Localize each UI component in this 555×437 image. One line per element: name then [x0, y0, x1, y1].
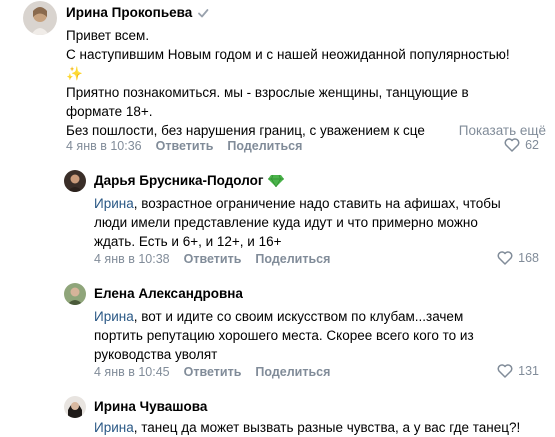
- share-button[interactable]: Поделиться: [255, 252, 330, 266]
- like-button[interactable]: 168: [497, 251, 539, 265]
- heart-icon: [504, 138, 520, 152]
- comment-time[interactable]: 4 янв в 10:36: [66, 139, 142, 153]
- author-name[interactable]: Дарья Брусника-Подолог: [94, 173, 263, 188]
- comment-text: Ирина, вот и идите со своим искусством п…: [94, 307, 544, 364]
- avatar[interactable]: [23, 1, 57, 35]
- like-button[interactable]: 131: [497, 364, 539, 378]
- author-name[interactable]: Елена Александровна: [94, 286, 243, 301]
- heart-icon: [497, 364, 513, 378]
- comment-author[interactable]: Ирина Прокопьева: [66, 5, 209, 20]
- comment-text: Ирина, возрастное ограничение надо стави…: [94, 194, 544, 251]
- author-name[interactable]: Ирина Прокопьева: [66, 5, 192, 20]
- reply-button[interactable]: Ответить: [184, 365, 242, 379]
- verified-icon: [197, 7, 209, 19]
- comment-line: Привет всем.: [66, 28, 150, 43]
- comment-line: Приятно познакомиться. мы - взрослые жен…: [66, 85, 469, 100]
- comment: Ирина Прокопьева Привет всем. С наступив…: [0, 0, 555, 160]
- like-count: 62: [525, 138, 539, 152]
- comment-text: Привет всем. С наступившим Новым годом и…: [66, 26, 546, 140]
- comment-line: Ирина, вот и идите со своим искусством п…: [94, 307, 544, 326]
- comment-meta: 4 янв в 10:38 Ответить Поделиться: [94, 252, 330, 266]
- like-count: 168: [518, 251, 539, 265]
- comment-line: ждать. Есть и 6+, и 12+, и 16+: [94, 234, 282, 249]
- comment-line-text: , танец да может вызвать разные чувства,…: [133, 420, 521, 435]
- comment-reply: Елена Александровна Ирина, вот и идите с…: [0, 278, 555, 388]
- comment-author[interactable]: Дарья Брусника-Подолог: [94, 173, 285, 188]
- comment-meta: 4 янв в 10:45 Ответить Поделиться: [94, 365, 330, 379]
- comment-time[interactable]: 4 янв в 10:45: [94, 365, 170, 379]
- reply-button[interactable]: Ответить: [184, 252, 242, 266]
- comment-time[interactable]: 4 янв в 10:38: [94, 252, 170, 266]
- comment-line: С наступившим Новым годом и с нашей неож…: [66, 47, 510, 62]
- author-name[interactable]: Ирина Чувашова: [94, 399, 207, 414]
- share-button[interactable]: Поделиться: [255, 365, 330, 379]
- mention-link[interactable]: Ирина: [94, 196, 134, 211]
- avatar[interactable]: [64, 170, 86, 192]
- comment-line: портить репутацию хорошего места. Скорее…: [94, 328, 474, 343]
- comment-reply: Дарья Брусника-Подолог Ирина, возрастное…: [0, 165, 555, 275]
- share-button[interactable]: Поделиться: [227, 139, 302, 153]
- comment-line: формате 18+.: [66, 104, 153, 119]
- sparkles-emoji: ✨: [66, 66, 83, 81]
- avatar[interactable]: [64, 396, 86, 418]
- comment-line-text: , возрастное ограничение надо ставить на…: [133, 196, 501, 211]
- comment-line: Ирина, танец да может вызвать разные чув…: [94, 418, 549, 437]
- comment-author[interactable]: Елена Александровна: [94, 286, 243, 301]
- comment-reply: Ирина Чувашова Ирина, танец да может выз…: [0, 392, 555, 437]
- comment-author[interactable]: Ирина Чувашова: [94, 399, 207, 414]
- mention-link[interactable]: Ирина: [94, 420, 134, 435]
- comment-text: Ирина, танец да может вызвать разные чув…: [94, 418, 549, 437]
- comment-line-truncated: Без пошлости, без нарушения границ, с ув…: [66, 123, 425, 138]
- comment-line-text: , вот и идите со своим искусством по клу…: [133, 309, 464, 324]
- gem-icon: [268, 174, 285, 187]
- avatar[interactable]: [64, 283, 86, 305]
- mention-link[interactable]: Ирина: [94, 309, 134, 324]
- comment-line: Ирина, возрастное ограничение надо стави…: [94, 194, 544, 213]
- reply-button[interactable]: Ответить: [156, 139, 214, 153]
- comment-line: Без пошлости, без нарушения границ, с ув…: [66, 121, 546, 140]
- like-count: 131: [518, 364, 539, 378]
- heart-icon: [497, 251, 513, 265]
- like-button[interactable]: 62: [504, 138, 539, 152]
- comment-line: руководства уволят: [94, 347, 218, 362]
- comment-line: люди имели представление куда идут и что…: [94, 215, 478, 230]
- comment-meta: 4 янв в 10:36 Ответить Поделиться: [66, 139, 302, 153]
